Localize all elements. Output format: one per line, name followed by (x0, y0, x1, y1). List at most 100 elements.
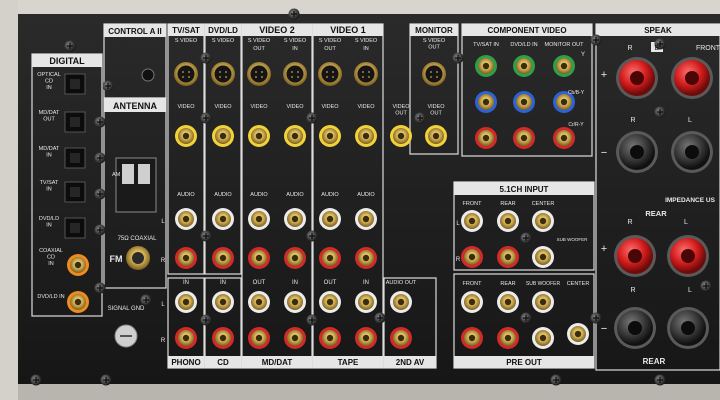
panel-screw-25 (94, 282, 106, 294)
optical-port-tvsat_in[interactable] (64, 181, 86, 203)
s-video-label-video2-in: S VIDEO (284, 38, 307, 44)
in51-rear-r-jack[interactable] (497, 246, 519, 268)
monitor-header: MONITOR (415, 26, 453, 35)
in51-rear-l-jack[interactable] (497, 210, 519, 232)
audio-l-jack-video2-out[interactable] (248, 208, 270, 230)
component-cr-jack-1[interactable] (513, 127, 535, 149)
video-label-video1-out: VIDEO (321, 104, 339, 110)
panel-screw-15 (414, 112, 426, 124)
front-l-minus-terminal[interactable] (671, 131, 713, 173)
panel-screw-4 (94, 152, 106, 164)
audio-l-jack-video2-in[interactable] (284, 208, 306, 230)
pre-front-r-jack[interactable] (461, 327, 483, 349)
video-jack-tvsat[interactable] (175, 125, 197, 147)
lower-r-jack-video2-in[interactable] (284, 327, 306, 349)
audio-r-jack-video1-out[interactable] (319, 247, 341, 269)
audio-l-jack-video1-out[interactable] (319, 208, 341, 230)
in51-sub-jack[interactable] (532, 246, 554, 268)
lower-l-jack-video1-out[interactable] (319, 291, 341, 313)
s-video-jack-video2-in[interactable] (283, 62, 307, 86)
optical-port-dvdld_in[interactable] (64, 217, 86, 239)
video-out-jack[interactable] (390, 125, 412, 147)
audio-l-jack-dvdld[interactable] (212, 208, 234, 230)
front-r-plus-terminal[interactable] (616, 57, 658, 99)
lower-l-jack-tvsat[interactable] (175, 291, 197, 313)
lower-l-jack-dvdld[interactable] (212, 291, 234, 313)
in51-center-jack[interactable] (532, 210, 554, 232)
audio-r-jack-video2-out[interactable] (248, 247, 270, 269)
pre-sub2-jack[interactable] (532, 327, 554, 349)
lower-r-jack-video1-in[interactable] (355, 327, 377, 349)
component-cr-jack-0[interactable] (475, 127, 497, 149)
optical-port-md_dat_out[interactable] (64, 111, 86, 133)
component-cr-jack-2[interactable] (553, 127, 575, 149)
s-video-jack-tvsat-pin-3 (188, 76, 190, 78)
spk-minus-2: − (601, 323, 607, 335)
component-cr-jack-1-pin (520, 134, 528, 142)
comp-cb-label: Cb/B-Y (568, 90, 585, 96)
pre-center-jack[interactable] (567, 323, 589, 345)
s-video-jack-dvdld[interactable] (211, 62, 235, 86)
s-video-jack-video2-out[interactable] (247, 62, 271, 86)
audio-r-jack-video1-in[interactable] (355, 247, 377, 269)
lower-r-jack-video2-out[interactable] (248, 327, 270, 349)
pre-rear-r-jack[interactable] (497, 327, 519, 349)
receiver-rear-panel: DIGITAL CONTROL A II ANTENNA TV/SAT DVD/LD VI… (0, 0, 720, 400)
video-jack-dvdld[interactable] (212, 125, 234, 147)
pre-rear-l-jack[interactable] (497, 291, 519, 313)
optical-port-md_dat_in[interactable] (64, 147, 86, 169)
in51-front-l-jack[interactable] (461, 210, 483, 232)
audio-r-jack-dvdld[interactable] (212, 247, 234, 269)
av2-l-jack[interactable] (390, 291, 412, 313)
monitor-video-jack[interactable] (425, 125, 447, 147)
in51-front-l-jack-pin (468, 217, 476, 225)
control-jack[interactable] (141, 68, 155, 82)
pre-front-l-jack[interactable] (461, 291, 483, 313)
component-y-jack-0[interactable] (475, 55, 497, 77)
pre-sub-jack[interactable] (532, 291, 554, 313)
rear-r-plus-terminal[interactable] (614, 235, 656, 277)
component-y-jack-1[interactable] (513, 55, 535, 77)
audio-label-video1-out: AUDIO (321, 192, 339, 198)
in51-front-r-jack[interactable] (461, 246, 483, 268)
video-jack-video1-in[interactable] (355, 125, 377, 147)
audio-l-jack-video1-in[interactable] (355, 208, 377, 230)
lower-r-jack-tvsat[interactable] (175, 327, 197, 349)
lower-in-label-0: IN (183, 280, 189, 286)
front-r-minus-terminal[interactable] (616, 131, 658, 173)
lower-r-jack-video1-out[interactable] (319, 327, 341, 349)
lower-r-jack-dvdld[interactable] (212, 327, 234, 349)
component-cb-jack-0[interactable] (475, 91, 497, 113)
lower-l-jack-video2-out[interactable] (248, 291, 270, 313)
front-l-plus-terminal[interactable] (671, 57, 713, 99)
lower-l-jack-video2-in[interactable] (284, 291, 306, 313)
rear-r-minus-terminal[interactable] (614, 307, 656, 349)
audio-r-jack-video2-in[interactable] (284, 247, 306, 269)
audio-l-jack-tvsat[interactable] (175, 208, 197, 230)
s-video-label-tvsat: S VIDEO (175, 38, 198, 44)
video-jack-video2-out[interactable] (248, 125, 270, 147)
component-y-jack-2[interactable] (553, 55, 575, 77)
coaxial-cd-jack[interactable] (67, 254, 89, 276)
in51-rear-r-jack-pin (504, 253, 512, 261)
s-video-jack-video1-out-pin-3 (332, 76, 334, 78)
s-video-jack-video1-out[interactable] (318, 62, 342, 86)
monitor-s-video-jack[interactable] (422, 62, 446, 86)
panel-screw-23 (654, 106, 666, 118)
coaxial-dvdld-jack[interactable] (67, 291, 89, 313)
s-video-jack-tvsat[interactable] (174, 62, 198, 86)
lower-l-jack-video1-in[interactable] (355, 291, 377, 313)
audio-r-jack-tvsat[interactable] (175, 247, 197, 269)
rear-l-minus-terminal[interactable] (667, 307, 709, 349)
optical-port-optical_cd[interactable] (64, 73, 86, 95)
lower-r-jack-tvsat-pin (182, 334, 190, 342)
av2-r-jack[interactable] (390, 327, 412, 349)
video-jack-video1-out[interactable] (319, 125, 341, 147)
panel-screw-30 (140, 294, 152, 306)
s-video-jack-video1-in[interactable] (354, 62, 378, 86)
video-jack-video2-in[interactable] (284, 125, 306, 147)
panel-screw-21 (374, 312, 386, 324)
rear-l-plus-terminal[interactable] (667, 235, 709, 277)
component-cb-jack-1[interactable] (513, 91, 535, 113)
panel-screw-10 (200, 230, 212, 242)
